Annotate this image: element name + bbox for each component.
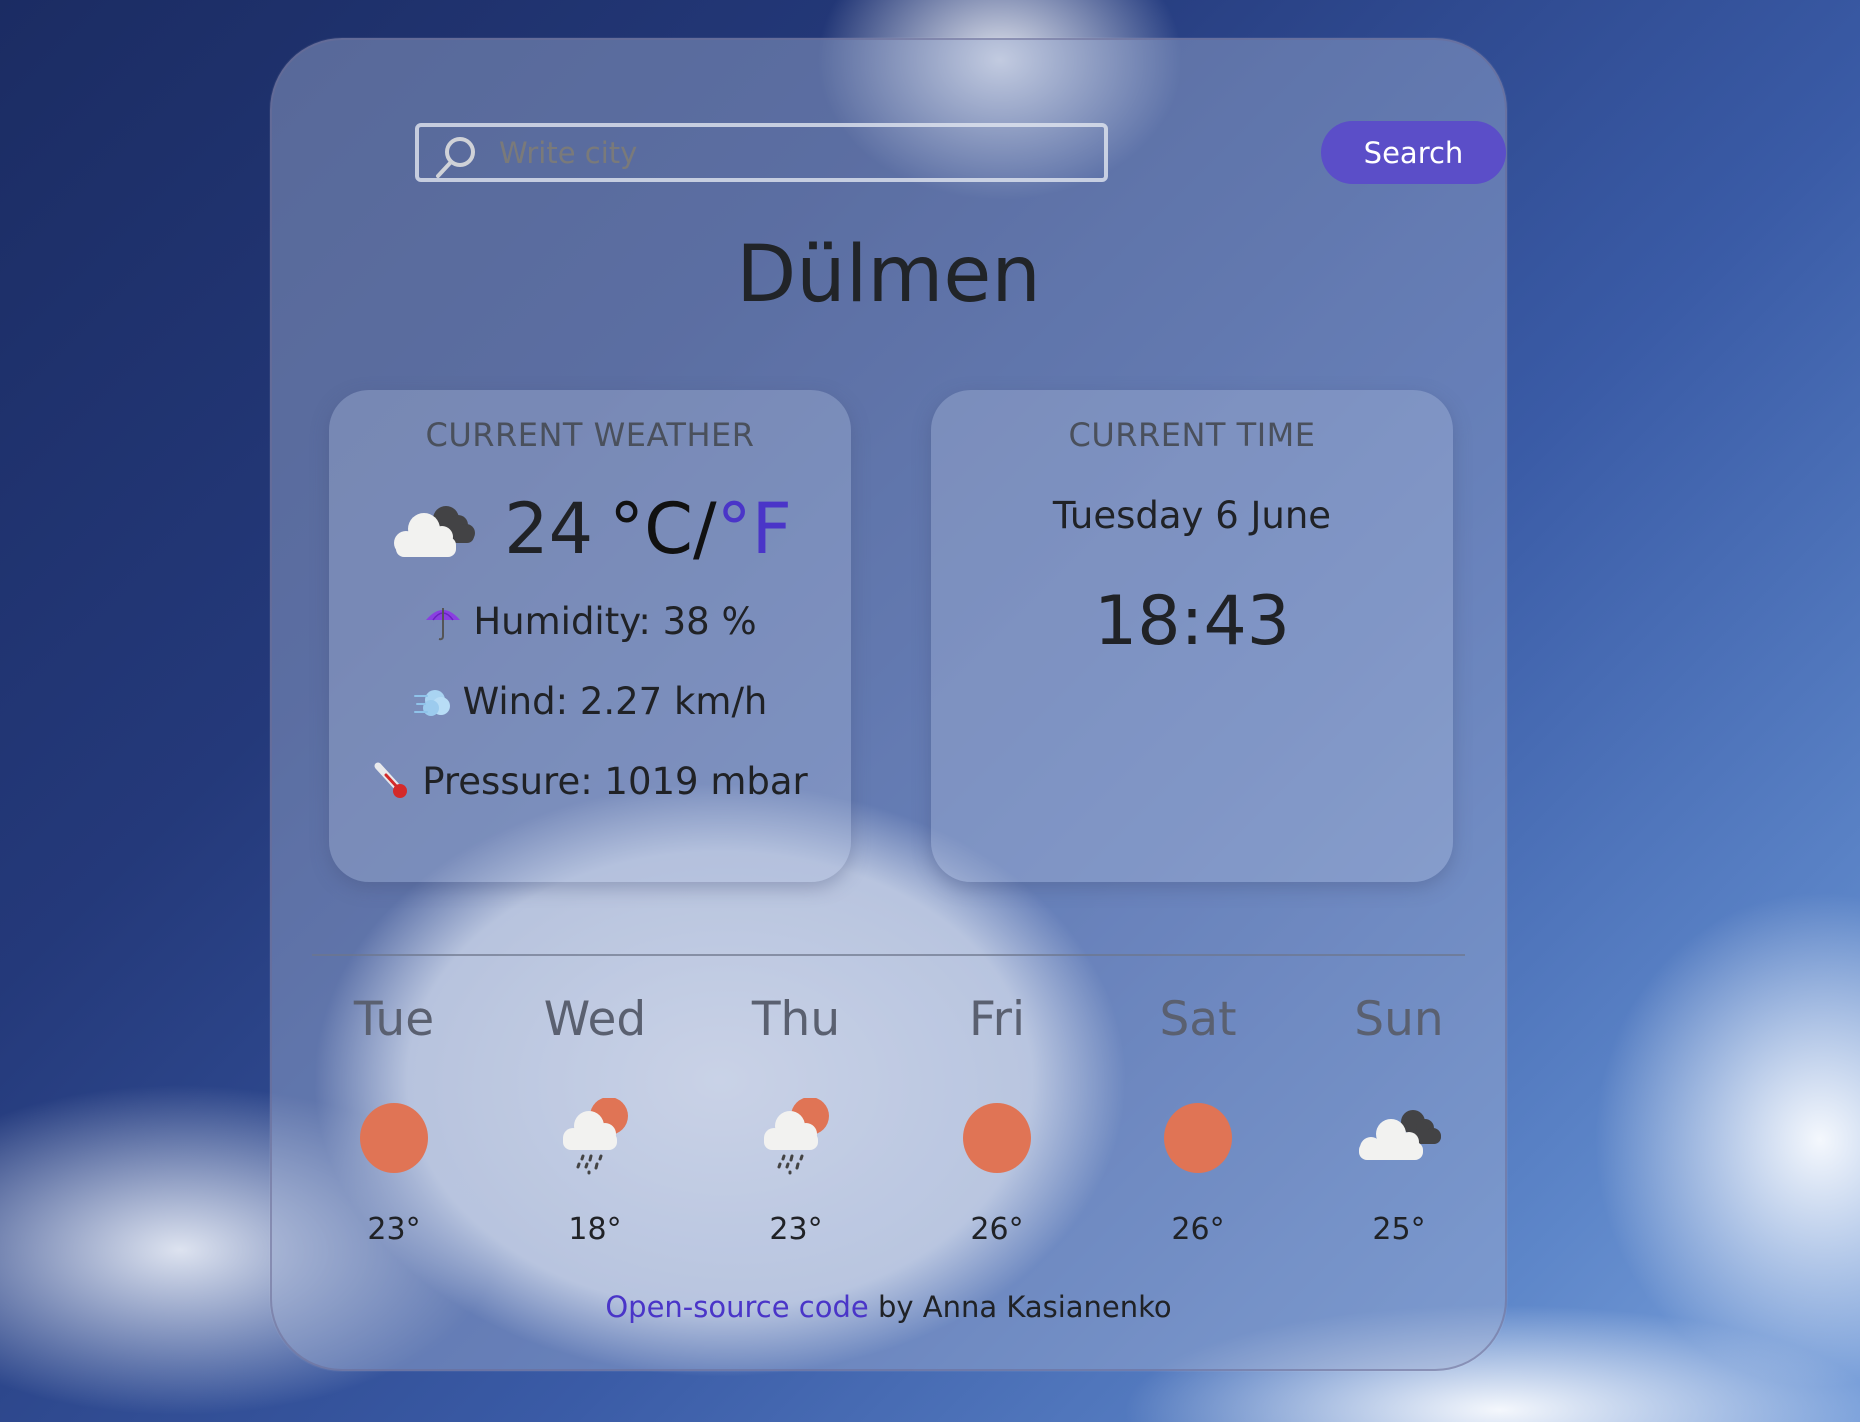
forecast-row: Tue 23° Wed 18° Thu 23° Fri 26° Sat 26° … — [314, 990, 1518, 1290]
current-weather-title: CURRENT WEATHER — [425, 416, 755, 454]
temperature-row: 24 °C/ °F — [329, 484, 851, 574]
forecast-temp: 25° — [1372, 1212, 1426, 1247]
sun-icon — [963, 1103, 1031, 1173]
forecast-day-name: Thu — [751, 992, 841, 1047]
forecast-day-name: Wed — [543, 992, 647, 1047]
footer-credit: by Anna Kasianenko — [868, 1290, 1172, 1324]
thermometer-icon — [374, 762, 408, 798]
forecast-temp: 18° — [568, 1212, 622, 1247]
umbrella-icon — [426, 607, 461, 640]
forecast-day-name: Sat — [1159, 992, 1237, 1047]
rain-sun-icon — [563, 1098, 628, 1175]
wind-stat: Wind: 2.27 km/h — [329, 680, 851, 723]
sun-icon — [360, 1103, 428, 1173]
current-weather-panel: CURRENT WEATHER 24 °C/ °F Humidity: 38 %… — [329, 390, 851, 882]
humidity-stat: Humidity: 38 % — [329, 600, 851, 643]
pressure-label: Pressure: 1019 mbar — [422, 760, 808, 803]
temperature-display: 24 °C/ °F — [504, 488, 792, 570]
temperature-value: 24 — [504, 488, 594, 570]
search-icon — [436, 137, 475, 178]
weather-app-card: Search Dülmen CURRENT WEATHER 24 °C/ °F — [270, 38, 1507, 1371]
current-time-panel: CURRENT TIME Tuesday 6 June 18:43 — [931, 390, 1453, 882]
footer: Open-source code by Anna Kasianenko — [272, 1290, 1505, 1324]
wind-icon — [413, 689, 450, 716]
wind-label: Wind: 2.27 km/h — [462, 680, 768, 723]
forecast-day-name: Tue — [353, 992, 435, 1047]
current-clock: 18:43 — [1094, 582, 1290, 661]
forecast-day-name: Fri — [969, 992, 1025, 1047]
forecast-day: Wed 18° — [515, 990, 675, 1247]
sun-icon — [1164, 1103, 1232, 1173]
pressure-stat: Pressure: 1019 mbar — [329, 760, 851, 803]
fahrenheit-link[interactable]: °F — [717, 488, 792, 570]
forecast-day-name: Sun — [1354, 992, 1444, 1047]
city-search-input[interactable] — [499, 131, 1089, 175]
search-button[interactable]: Search — [1321, 121, 1506, 184]
search-field[interactable] — [415, 123, 1108, 182]
forecast-temp: 26° — [1171, 1212, 1225, 1247]
forecast-day: Fri 26° — [917, 990, 1077, 1247]
cloudy-icon — [394, 506, 476, 557]
forecast-day: Sat 26° — [1118, 990, 1278, 1247]
forecast-day: Thu 23° — [716, 990, 876, 1247]
rain-sun-icon — [764, 1098, 829, 1175]
forecast-temp: 26° — [970, 1212, 1024, 1247]
forecast-temp: 23° — [367, 1212, 421, 1247]
city-name: Dülmen — [736, 230, 1041, 320]
humidity-label: Humidity: 38 % — [473, 600, 757, 643]
forecast-divider — [312, 954, 1465, 956]
forecast-day: Tue 23° — [314, 990, 474, 1247]
cloudy-icon — [1359, 1110, 1441, 1160]
current-date: Tuesday 6 June — [1052, 494, 1332, 537]
forecast-temp: 23° — [769, 1212, 823, 1247]
open-source-link[interactable]: Open-source code — [605, 1290, 868, 1324]
current-time-title: CURRENT TIME — [1068, 416, 1316, 454]
celsius-unit[interactable]: °C/ — [609, 488, 716, 570]
forecast-day: Sun 25° — [1319, 990, 1479, 1247]
